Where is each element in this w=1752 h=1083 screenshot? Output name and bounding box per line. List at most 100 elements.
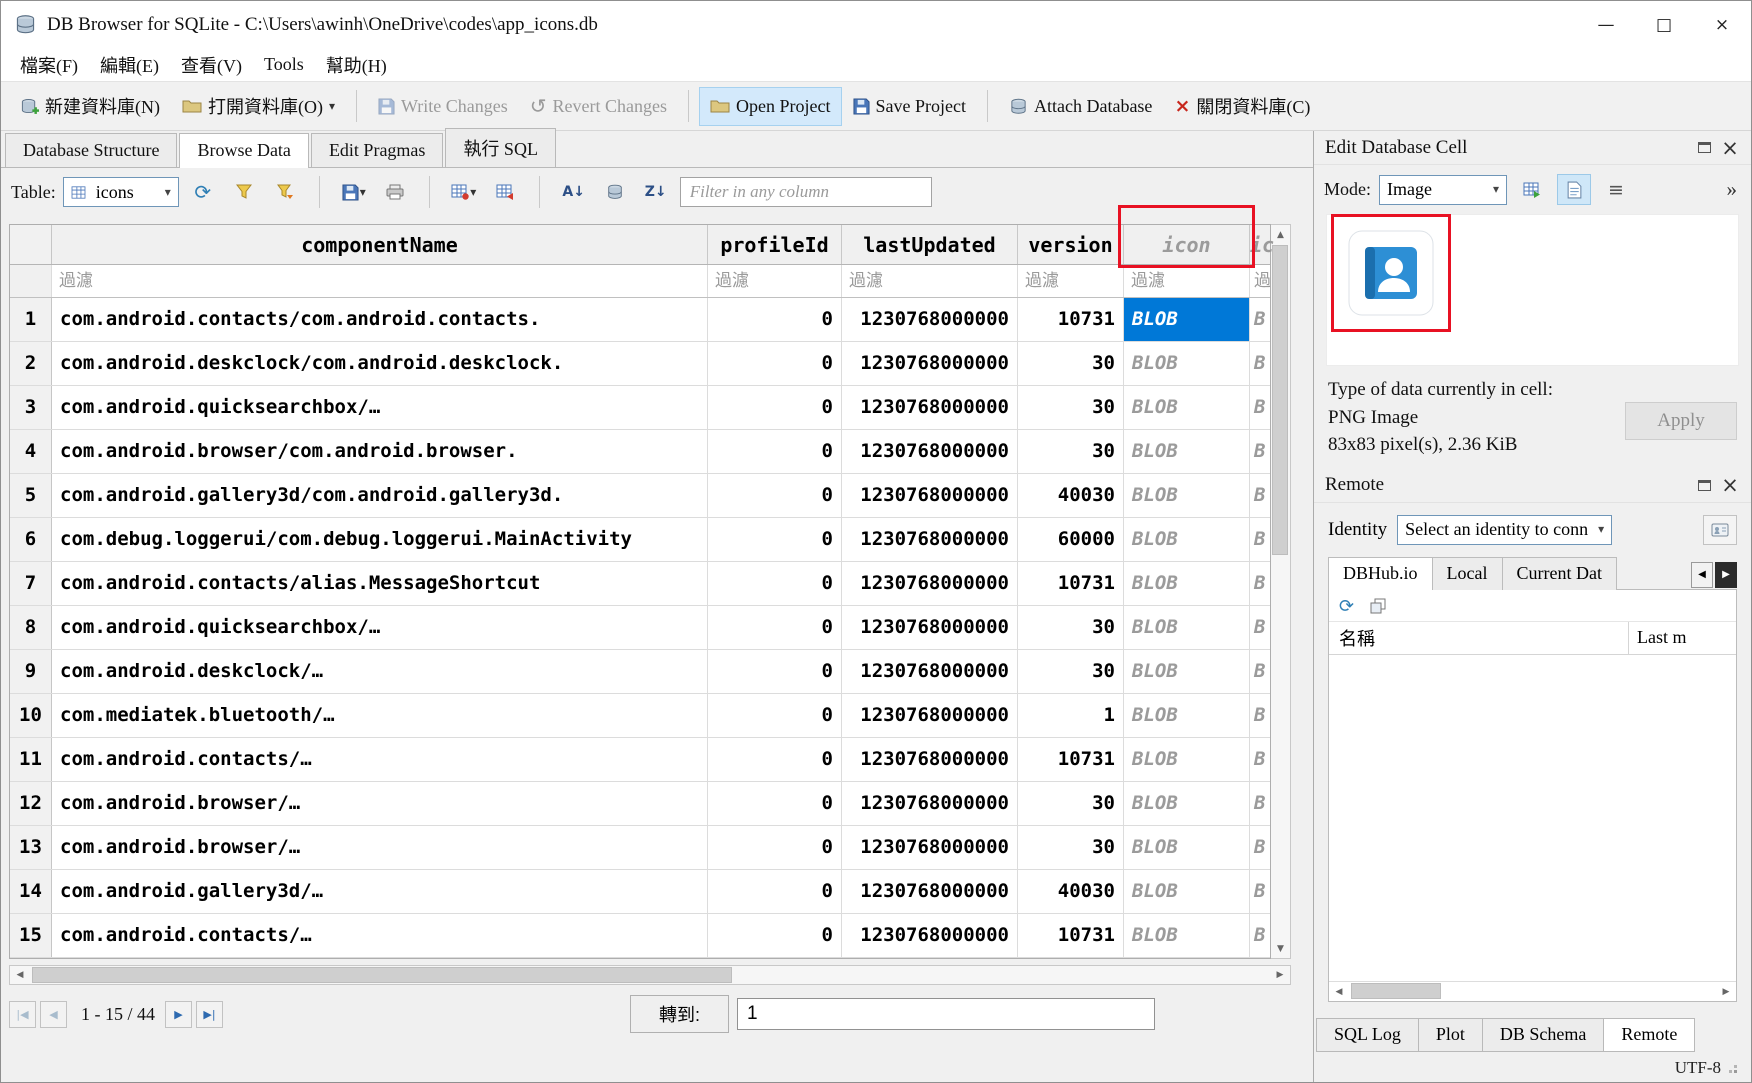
dock-tab-sql-log[interactable]: SQL Log bbox=[1316, 1018, 1419, 1052]
cell-componentName[interactable]: com.android.quicksearchbox/… bbox=[52, 606, 708, 649]
cell-version[interactable]: 30 bbox=[1018, 386, 1124, 429]
cell-version[interactable]: 30 bbox=[1018, 430, 1124, 473]
cell-version[interactable]: 10731 bbox=[1018, 298, 1124, 341]
cell-icon[interactable]: BLOB bbox=[1124, 562, 1250, 605]
table-row[interactable]: 10 com.mediatek.bluetooth/… 0 1230768000… bbox=[10, 694, 1270, 738]
table-row[interactable]: 6 com.debug.loggerui/com.debug.loggerui.… bbox=[10, 518, 1270, 562]
column-header-componentName[interactable]: componentName bbox=[52, 225, 708, 264]
cell-componentName[interactable]: com.debug.loggerui/com.debug.loggerui.Ma… bbox=[52, 518, 708, 561]
column-header-profileId[interactable]: profileId bbox=[708, 225, 842, 264]
close-database-button[interactable]: × 關閉資料庫(C) bbox=[1163, 84, 1321, 128]
cell-icon[interactable]: BLOB bbox=[1124, 430, 1250, 473]
cell-profileId[interactable]: 0 bbox=[708, 430, 842, 473]
open-project-button[interactable]: Open Project bbox=[699, 87, 841, 126]
scroll-left-icon[interactable]: ◀ bbox=[10, 966, 30, 984]
cell-clipped[interactable]: B bbox=[1250, 474, 1270, 517]
cell-profileId[interactable]: 0 bbox=[708, 694, 842, 737]
cell-profileId[interactable]: 0 bbox=[708, 870, 842, 913]
cell-clipped[interactable]: B bbox=[1250, 342, 1270, 385]
cell-clipped[interactable]: B bbox=[1250, 298, 1270, 341]
table-row[interactable]: 7 com.android.contacts/alias.MessageShor… bbox=[10, 562, 1270, 606]
cell-icon[interactable]: BLOB bbox=[1124, 826, 1250, 869]
menu-edit[interactable]: 編輯(E) bbox=[89, 48, 170, 82]
cell-componentName[interactable]: com.android.browser/… bbox=[52, 826, 708, 869]
tab-edit-pragmas[interactable]: Edit Pragmas bbox=[311, 133, 444, 167]
close-button[interactable]: × bbox=[1693, 1, 1751, 48]
write-changes-button[interactable]: Write Changes bbox=[367, 87, 519, 126]
prev-page-button[interactable]: ◀ bbox=[40, 1001, 67, 1028]
dock-tab-remote[interactable]: Remote bbox=[1603, 1018, 1695, 1052]
filter-input-lastUpdated[interactable] bbox=[842, 265, 1018, 297]
cell-icon[interactable]: BLOB bbox=[1124, 518, 1250, 561]
clone-database-button[interactable] bbox=[1370, 598, 1386, 614]
filter-input-icon[interactable] bbox=[1124, 265, 1250, 297]
tab-execute-sql[interactable]: 執行 SQL bbox=[445, 128, 556, 167]
cell-componentName[interactable]: com.android.browser/… bbox=[52, 782, 708, 825]
global-filter-input[interactable] bbox=[680, 177, 932, 207]
cell-clipped[interactable]: B bbox=[1250, 430, 1270, 473]
table-row[interactable]: 13 com.android.browser/… 0 1230768000000… bbox=[10, 826, 1270, 870]
table-row[interactable]: 3 com.android.quicksearchbox/… 0 1230768… bbox=[10, 386, 1270, 430]
cell-version[interactable]: 40030 bbox=[1018, 474, 1124, 517]
cell-icon[interactable]: BLOB bbox=[1124, 650, 1250, 693]
cell-lastUpdated[interactable]: 1230768000000 bbox=[842, 386, 1018, 429]
cell-icon[interactable]: BLOB bbox=[1124, 738, 1250, 781]
attach-database-button[interactable]: Attach Database bbox=[998, 87, 1163, 126]
dock-tab-db-schema[interactable]: DB Schema bbox=[1482, 1018, 1604, 1052]
cell-lastUpdated[interactable]: 1230768000000 bbox=[842, 870, 1018, 913]
cell-profileId[interactable]: 0 bbox=[708, 386, 842, 429]
cell-version[interactable]: 30 bbox=[1018, 826, 1124, 869]
cell-lastUpdated[interactable]: 1230768000000 bbox=[842, 694, 1018, 737]
cell-icon[interactable]: BLOB bbox=[1124, 606, 1250, 649]
cell-version[interactable]: 10731 bbox=[1018, 562, 1124, 605]
filter-input-version[interactable] bbox=[1018, 265, 1124, 297]
cell-profileId[interactable]: 0 bbox=[708, 474, 842, 517]
cell-version[interactable]: 30 bbox=[1018, 782, 1124, 825]
print-button[interactable] bbox=[378, 176, 412, 208]
cell-componentName[interactable]: com.android.gallery3d/com.android.galler… bbox=[52, 474, 708, 517]
cell-version[interactable]: 1 bbox=[1018, 694, 1124, 737]
cell-componentName[interactable]: com.android.gallery3d/… bbox=[52, 870, 708, 913]
menu-view[interactable]: 查看(V) bbox=[170, 48, 253, 82]
column-header-icon[interactable]: icon bbox=[1124, 225, 1250, 264]
cell-lastUpdated[interactable]: 1230768000000 bbox=[842, 430, 1018, 473]
cell-icon[interactable]: BLOB bbox=[1124, 694, 1250, 737]
cell-icon[interactable]: BLOB bbox=[1124, 474, 1250, 517]
refresh-button[interactable]: ⟳ bbox=[186, 176, 220, 208]
cell-icon[interactable]: BLOB bbox=[1124, 870, 1250, 913]
horizontal-scrollbar-thumb[interactable] bbox=[32, 967, 732, 983]
table-row[interactable]: 12 com.android.browser/… 0 1230768000000… bbox=[10, 782, 1270, 826]
cell-icon[interactable]: BLOB bbox=[1124, 386, 1250, 429]
cell-clipped[interactable]: B bbox=[1250, 386, 1270, 429]
cell-clipped[interactable]: B bbox=[1250, 782, 1270, 825]
cell-componentName[interactable]: com.android.deskclock/… bbox=[52, 650, 708, 693]
cell-componentName[interactable]: com.android.contacts/… bbox=[52, 914, 708, 957]
cell-version[interactable]: 40030 bbox=[1018, 870, 1124, 913]
menu-help[interactable]: 幫助(H) bbox=[315, 48, 398, 82]
resize-grip[interactable] bbox=[1727, 1063, 1737, 1073]
remote-tab-current-database[interactable]: Current Dat bbox=[1502, 557, 1617, 590]
mode-combobox[interactable]: Image ▾ bbox=[1379, 175, 1507, 205]
cell-clipped[interactable]: B bbox=[1250, 870, 1270, 913]
float-panel-button[interactable] bbox=[1691, 472, 1717, 498]
cell-lastUpdated[interactable]: 1230768000000 bbox=[842, 474, 1018, 517]
remote-tab-dbhub[interactable]: DBHub.io bbox=[1328, 557, 1433, 590]
cell-profileId[interactable]: 0 bbox=[708, 914, 842, 957]
identity-combobox[interactable]: Select an identity to conne ▾ bbox=[1397, 515, 1612, 545]
cell-clipped[interactable]: B bbox=[1250, 518, 1270, 561]
cell-profileId[interactable]: 0 bbox=[708, 562, 842, 605]
remote-column-last-modified[interactable]: Last m bbox=[1629, 622, 1736, 654]
cell-componentName[interactable]: com.android.deskclock/com.android.deskcl… bbox=[52, 342, 708, 385]
goto-button[interactable]: 轉到: bbox=[630, 995, 729, 1033]
cell-componentName[interactable]: com.mediatek.bluetooth/… bbox=[52, 694, 708, 737]
table-row[interactable]: 2 com.android.deskclock/com.android.desk… bbox=[10, 342, 1270, 386]
sort-descending-button[interactable]: Z↓ bbox=[639, 176, 673, 208]
cell-clipped[interactable]: B bbox=[1250, 914, 1270, 957]
table-row[interactable]: 5 com.android.gallery3d/com.android.gall… bbox=[10, 474, 1270, 518]
scroll-down-icon[interactable]: ▼ bbox=[1271, 939, 1290, 958]
first-page-button[interactable]: |◀ bbox=[9, 1001, 36, 1028]
cell-lastUpdated[interactable]: 1230768000000 bbox=[842, 738, 1018, 781]
save-project-button[interactable]: Save Project bbox=[842, 87, 977, 126]
filter-input-clipped[interactable] bbox=[1250, 265, 1270, 297]
text-view-button[interactable] bbox=[1557, 174, 1591, 205]
